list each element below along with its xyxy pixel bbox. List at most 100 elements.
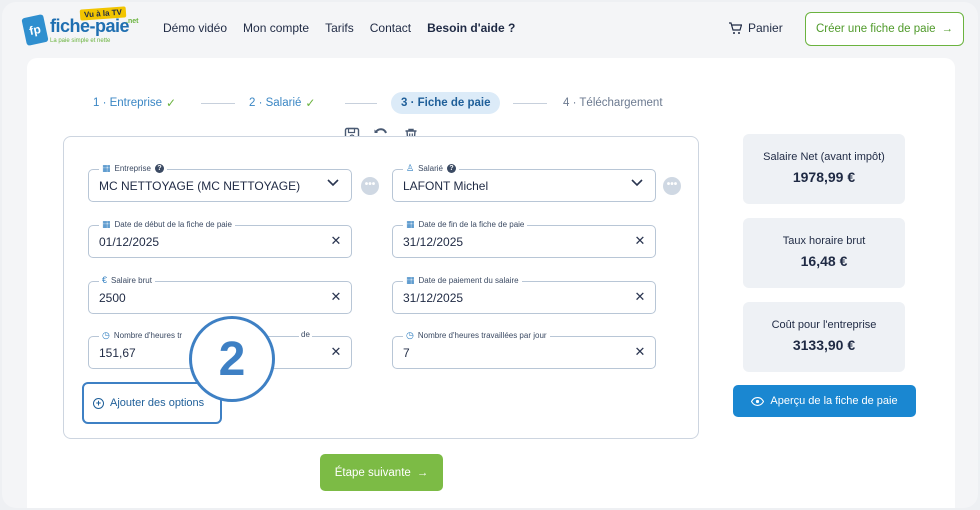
calendar-icon: ▦ bbox=[406, 219, 415, 229]
euro-icon: € bbox=[102, 275, 108, 285]
add-options-label: Ajouter des options bbox=[110, 397, 205, 409]
arrow-right-icon: → bbox=[416, 466, 429, 479]
preview-payslip-label: Aperçu de la fiche de paie bbox=[770, 395, 898, 407]
step-divider bbox=[201, 103, 235, 104]
cart-label: Panier bbox=[748, 21, 783, 35]
step-fiche-de-paie[interactable]: 3 · Fiche de paie bbox=[391, 92, 501, 114]
heures-mois-label: Nombre d'heures tr bbox=[113, 331, 183, 340]
step-telechargement[interactable]: 4 · Téléchargement bbox=[563, 92, 663, 114]
clear-icon[interactable]: ✕ bbox=[632, 344, 648, 360]
summary-taux-card: Taux horaire brut 16,48 € bbox=[743, 218, 905, 288]
step-label: 3 · Fiche de paie bbox=[401, 97, 491, 109]
date-fin-value: 31/12/2025 bbox=[403, 235, 464, 249]
heures-jour-label: Nombre d'heures travaillées par jour bbox=[417, 331, 547, 340]
check-icon: ✓ bbox=[166, 96, 177, 110]
step-label: 1 · Entreprise bbox=[93, 97, 163, 109]
logo-text: fiche-paie bbox=[50, 16, 130, 36]
nav-aide[interactable]: Besoin d'aide ? bbox=[427, 21, 515, 35]
arrow-right-icon: → bbox=[941, 23, 954, 35]
date-fin-field[interactable]: ▦ Date de fin de la fiche de paie 31/12/… bbox=[392, 219, 656, 258]
eye-icon bbox=[751, 396, 765, 406]
more-options-entreprise-icon[interactable]: ••• bbox=[361, 177, 379, 195]
nav-contact[interactable]: Contact bbox=[370, 21, 411, 35]
clock-icon: ◷ bbox=[102, 330, 110, 340]
help-icon[interactable]: ? bbox=[154, 164, 164, 173]
entreprise-value: MC NETTOYAGE (MC NETTOYAGE) bbox=[99, 179, 301, 193]
salarie-value: LAFONT Michel bbox=[403, 179, 489, 193]
date-fin-label-wrap: ▦ Date de fin de la fiche de paie bbox=[403, 219, 528, 230]
step-label: 4 · Téléchargement bbox=[563, 97, 663, 109]
create-payslip-label: Créer une fiche de paie bbox=[815, 23, 936, 35]
chevron-down-icon[interactable] bbox=[631, 176, 643, 190]
salarie-select[interactable]: ♙ Salarié ? LAFONT Michel bbox=[392, 163, 656, 202]
step-entreprise[interactable]: 1 · Entreprise ✓ bbox=[93, 92, 176, 114]
clear-icon[interactable]: ✕ bbox=[632, 233, 648, 249]
summary-taux-value: 16,48 € bbox=[800, 253, 848, 269]
more-options-salarie-icon[interactable]: ••• bbox=[663, 177, 681, 195]
calendar-icon: ▦ bbox=[102, 219, 111, 229]
logo[interactable]: fp Vu à la TV fiche-paie .net La paie si… bbox=[20, 6, 145, 50]
calendar-icon: ▦ bbox=[406, 275, 415, 285]
summary-taux-title: Taux horaire brut bbox=[782, 235, 866, 247]
date-debut-label-wrap: ▦ Date de début de la fiche de paie bbox=[99, 219, 235, 230]
preview-payslip-button[interactable]: Aperçu de la fiche de paie bbox=[733, 385, 916, 417]
clock-icon: ◷ bbox=[406, 330, 414, 340]
cart-link[interactable]: Panier bbox=[728, 21, 783, 35]
create-payslip-button[interactable]: Créer une fiche de paie → bbox=[805, 12, 964, 46]
step-salarie[interactable]: 2 · Salarié ✓ bbox=[249, 92, 315, 114]
salaire-brut-label: Salaire brut bbox=[111, 275, 152, 285]
clear-icon[interactable]: ✕ bbox=[632, 289, 648, 305]
summary-cout-title: Coût pour l'entreprise bbox=[771, 319, 877, 331]
clear-icon[interactable]: ✕ bbox=[328, 344, 344, 360]
nav-mon-compte[interactable]: Mon compte bbox=[243, 21, 309, 35]
date-debut-field[interactable]: ▦ Date de début de la fiche de paie 01/1… bbox=[88, 219, 352, 258]
clear-icon[interactable]: ✕ bbox=[328, 289, 344, 305]
next-step-label: Étape suivante bbox=[334, 466, 411, 479]
step-divider bbox=[513, 103, 547, 104]
entreprise-select[interactable]: ▦ Entreprise ? MC NETTOYAGE (MC NETTOYAG… bbox=[88, 163, 352, 202]
chevron-down-icon[interactable] bbox=[327, 176, 339, 190]
heures-jour-label-wrap: ◷ Nombre d'heures travaillées par jour bbox=[403, 330, 550, 341]
date-fin-label: Date de fin de la fiche de paie bbox=[418, 220, 525, 229]
heures-jour-field[interactable]: ◷ Nombre d'heures travaillées par jour 7… bbox=[392, 330, 656, 369]
app-frame: fp Vu à la TV fiche-paie .net La paie si… bbox=[2, 2, 978, 508]
logo-mark: fp bbox=[21, 14, 49, 46]
nav-tarifs[interactable]: Tarifs bbox=[325, 21, 354, 35]
next-step-button[interactable]: Étape suivante → bbox=[320, 454, 443, 491]
step-label: 2 · Salarié bbox=[249, 97, 302, 109]
salaire-brut-label-wrap: € Salaire brut bbox=[99, 275, 155, 285]
building-icon: ▦ bbox=[102, 163, 111, 173]
date-paiement-label: Date de paiement du salaire bbox=[418, 276, 519, 285]
date-debut-label: Date de début de la fiche de paie bbox=[114, 220, 232, 229]
nav-demo-video[interactable]: Démo vidéo bbox=[163, 21, 227, 35]
summary-cout-value: 3133,90 € bbox=[792, 337, 856, 353]
heures-mois-value: 151,67 bbox=[99, 346, 136, 360]
plus-circle-icon: + bbox=[93, 397, 104, 409]
logo-tagline: La paie simple et nette bbox=[50, 38, 111, 44]
check-icon: ✓ bbox=[305, 96, 316, 110]
logo-suffix: .net bbox=[126, 18, 139, 25]
step-divider bbox=[345, 103, 377, 104]
salaire-brut-field[interactable]: € Salaire brut 2500 ✕ bbox=[88, 275, 352, 314]
heures-mois-label-wrap: ◷ Nombre d'heures tr bbox=[99, 330, 199, 341]
user-icon: ♙ bbox=[406, 163, 415, 173]
summary-net-card: Salaire Net (avant impôt) 1978,99 € bbox=[743, 134, 905, 204]
summary-net-title: Salaire Net (avant impôt) bbox=[763, 151, 885, 163]
header: fp Vu à la TV fiche-paie .net La paie si… bbox=[2, 2, 978, 58]
entreprise-label-wrap: ▦ Entreprise ? bbox=[99, 163, 167, 174]
cart-icon bbox=[729, 21, 742, 34]
salaire-brut-value: 2500 bbox=[99, 291, 126, 305]
salarie-label: Salarié bbox=[418, 164, 443, 173]
heures-mois-label-end: de bbox=[299, 330, 312, 339]
help-icon[interactable]: ? bbox=[446, 164, 456, 173]
clear-icon[interactable]: ✕ bbox=[328, 233, 344, 249]
summary-cout-card: Coût pour l'entreprise 3133,90 € bbox=[743, 302, 905, 372]
date-paiement-field[interactable]: ▦ Date de paiement du salaire 31/12/2025… bbox=[392, 275, 656, 314]
stepper: 1 · Entreprise ✓ 2 · Salarié ✓ 3 · Fiche… bbox=[93, 92, 713, 114]
main-nav: Démo vidéo Mon compte Tarifs Contact Bes… bbox=[163, 21, 515, 35]
entreprise-label: Entreprise bbox=[114, 164, 151, 173]
heures-jour-value: 7 bbox=[403, 346, 410, 360]
step-annotation-badge: 2 bbox=[189, 316, 275, 402]
main-card: 1 · Entreprise ✓ 2 · Salarié ✓ 3 · Fiche… bbox=[27, 58, 955, 508]
date-paiement-value: 31/12/2025 bbox=[403, 291, 464, 305]
